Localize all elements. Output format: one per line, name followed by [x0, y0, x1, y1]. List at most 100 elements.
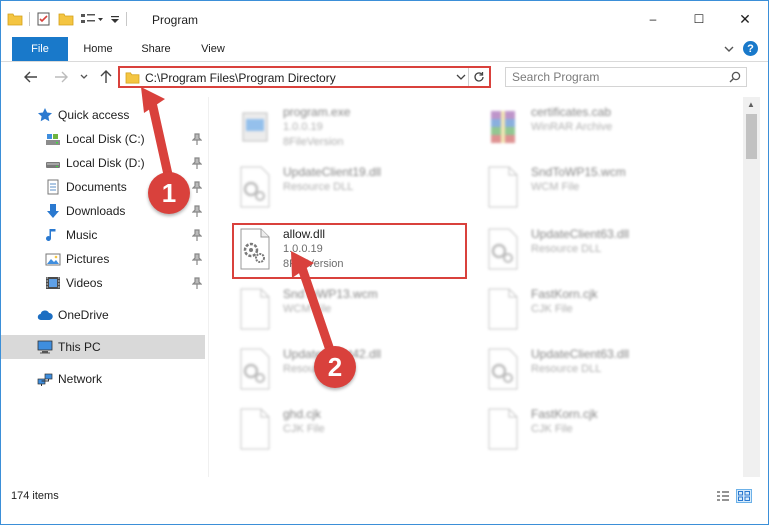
search-input[interactable]	[512, 69, 712, 85]
toolbar-separator	[29, 12, 30, 26]
sidebar-item-label: Pictures	[66, 252, 110, 266]
blank-file-icon	[488, 166, 518, 208]
search-box[interactable]	[505, 67, 747, 87]
file-item-updateclient63-dll[interactable]: UpdateClient63.dll Resource DLL	[483, 225, 723, 275]
search-icon	[729, 71, 741, 83]
videos-icon	[46, 277, 60, 289]
file-item-program-exe[interactable]: program.exe 1.0.0.19 8FileVersion	[235, 103, 475, 153]
tab-file[interactable]: File	[12, 37, 68, 61]
refresh-button[interactable]	[468, 68, 489, 86]
pin-icon[interactable]	[192, 205, 202, 217]
dll-icon	[240, 348, 270, 390]
tiles-view-button[interactable]	[736, 489, 752, 503]
maximize-icon: ☐	[693, 12, 705, 26]
documents-icon	[47, 179, 59, 195]
file-name: SndToWP15.wcm	[531, 165, 626, 179]
forward-button[interactable]	[51, 67, 71, 87]
chevron-down-icon	[80, 74, 88, 79]
sidebar-item-label: Local Disk (C:)	[66, 132, 145, 146]
details-view-button[interactable]	[715, 489, 731, 503]
chevron-down-icon[interactable]	[110, 11, 120, 27]
sidebar-item-videos[interactable]: Videos	[1, 271, 205, 295]
pin-icon[interactable]	[192, 253, 202, 265]
chevron-down-icon[interactable]	[455, 71, 467, 83]
sidebar-item-local-disk-c[interactable]: Local Disk (C:)	[1, 127, 205, 151]
file-detail: WCM File	[531, 181, 580, 193]
sidebar-item-network[interactable]: Network	[1, 367, 205, 391]
sidebar-item-local-disk-d[interactable]: Local Disk (D:)	[1, 151, 205, 175]
new-folder-icon[interactable]	[58, 11, 74, 27]
address-bar[interactable]: C:\Program Files\Program Directory	[118, 66, 491, 88]
minimize-button[interactable]: –	[630, 1, 676, 37]
drive-icon	[46, 162, 60, 168]
title-bar: Program – ☐ ✕	[1, 1, 768, 37]
file-item-fastkorn-cjk[interactable]: FastKorn.cjk CJK File	[483, 285, 723, 335]
file-list: program.exe 1.0.0.19 8FileVersion certif…	[211, 97, 741, 477]
sidebar-item-label: Videos	[66, 276, 103, 290]
close-button[interactable]: ✕	[722, 1, 768, 37]
blank-file-icon	[488, 288, 518, 330]
sidebar-item-pictures[interactable]: Pictures	[1, 247, 205, 271]
close-icon: ✕	[739, 10, 751, 27]
navigation-pane: Quick access Local Disk (C:) Local Disk …	[1, 97, 207, 477]
file-detail: CJK File	[283, 423, 325, 435]
file-detail: 1.0.0.19	[283, 121, 323, 133]
cloud-icon	[37, 310, 53, 321]
properties-icon[interactable]	[36, 11, 52, 27]
file-detail: Resource DLL	[531, 363, 602, 375]
maximize-button[interactable]: ☐	[676, 1, 722, 37]
file-item-updateclient19-dll[interactable]: UpdateClient19.dll Resource DLL	[235, 163, 475, 213]
quick-access-toolbar	[7, 10, 127, 28]
customize-toolbar-icon[interactable]	[80, 11, 104, 27]
dll-icon	[488, 228, 518, 270]
file-detail: WinRAR Archive	[531, 121, 613, 133]
folder-icon	[125, 72, 140, 84]
address-path: C:\Program Files\Program Directory	[145, 71, 336, 85]
navigation-bar: C:\Program Files\Program Directory	[1, 62, 768, 94]
blank-file-icon	[240, 288, 270, 330]
scroll-up-icon[interactable]: ▲	[747, 100, 755, 109]
pin-icon[interactable]	[192, 181, 202, 193]
drive-icon	[46, 134, 60, 145]
tab-home[interactable]: Home	[76, 37, 120, 61]
file-name: FastKorn.cjk	[531, 287, 598, 301]
file-name: FastKorn.cjk	[531, 407, 598, 421]
item-count: 174 items	[11, 490, 59, 502]
scrollbar-thumb[interactable]	[746, 114, 757, 159]
back-button[interactable]	[21, 67, 41, 87]
help-button[interactable]: ?	[743, 41, 758, 56]
file-item-updateclient63-dll-2[interactable]: UpdateClient63.dll Resource DLL	[483, 345, 723, 395]
file-item-sndtowp15-wcm[interactable]: SndToWP15.wcm WCM File	[483, 163, 723, 213]
file-detail: WCM File	[283, 303, 332, 315]
file-name: UpdateClient63.dll	[531, 227, 630, 241]
pictures-icon	[45, 253, 61, 266]
ribbon-tabs: File Home Share View ?	[1, 37, 768, 62]
file-item-sndtowp13-wcm[interactable]: SndToWP13.wcm WCM File	[235, 285, 475, 335]
chevron-down-icon[interactable]	[723, 43, 735, 55]
sidebar-item-label: Local Disk (D:)	[66, 156, 145, 170]
file-item-certificates-cab[interactable]: certificates.cab WinRAR Archive	[483, 103, 723, 153]
back-arrow-icon	[24, 71, 37, 83]
window-title: Program	[152, 13, 199, 27]
pin-icon[interactable]	[192, 229, 202, 241]
vertical-scrollbar[interactable]: ▲	[743, 97, 760, 477]
file-item-fastkorn-cjk-2[interactable]: FastKorn.cjk CJK File	[483, 405, 723, 455]
step-badge-1: 1	[148, 172, 190, 214]
sidebar-item-onedrive[interactable]: OneDrive	[1, 303, 205, 327]
pin-icon[interactable]	[192, 157, 202, 169]
recent-locations-button[interactable]	[77, 67, 91, 87]
pin-icon[interactable]	[192, 277, 202, 289]
sidebar-item-music[interactable]: Music	[1, 223, 205, 247]
help-icon: ?	[747, 42, 754, 55]
sidebar-item-this-pc[interactable]: This PC	[1, 335, 205, 359]
tab-share[interactable]: Share	[134, 37, 178, 61]
pin-icon[interactable]	[192, 133, 202, 145]
tab-view[interactable]: View	[191, 37, 235, 61]
dll-icon	[488, 348, 518, 390]
up-button[interactable]	[96, 67, 116, 87]
sidebar-item-quick-access[interactable]: Quick access	[1, 103, 205, 127]
pane-divider[interactable]	[208, 97, 209, 477]
sidebar-item-label: Downloads	[66, 204, 126, 218]
status-bar: 174 items	[1, 481, 768, 511]
file-item-ghd-cjk[interactable]: ghd.cjk CJK File	[235, 405, 475, 455]
